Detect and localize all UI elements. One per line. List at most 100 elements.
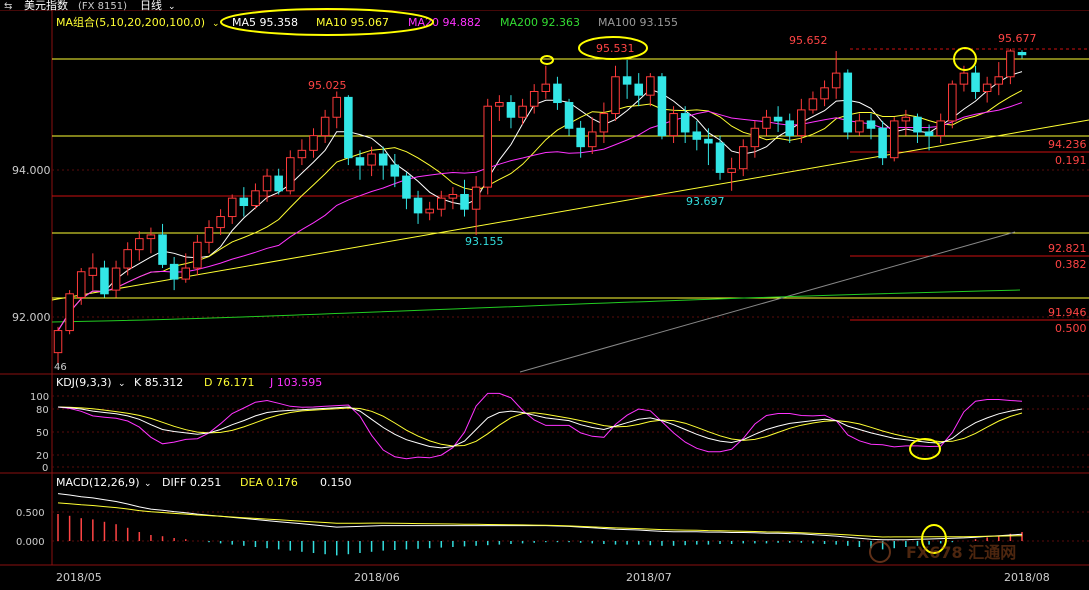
date-label-may: 2018/05 <box>56 571 102 584</box>
candle-body <box>204 227 214 243</box>
candle-body <box>715 142 725 173</box>
chevron-down-icon[interactable]: ⌄ <box>168 2 176 12</box>
candle-body <box>111 267 121 291</box>
ma200-label: MA200 92.363 <box>500 16 580 29</box>
candle-body <box>274 175 283 192</box>
low-marker: 46 <box>54 362 67 373</box>
fib-0500-value: 91.946 <box>1048 306 1087 319</box>
candle-body <box>390 164 400 177</box>
kdj-j-value: J 103.595 <box>269 376 322 389</box>
candle-body <box>1006 50 1015 78</box>
price-chart[interactable]: ⇆ 美元指数 (FX 8151) 日线 ⌄ MA组合(5,10,20,200,1… <box>0 0 1089 590</box>
macd-label[interactable]: MACD(12,26,9) <box>56 476 140 489</box>
candle-body <box>529 90 539 107</box>
candle-body <box>193 241 202 269</box>
candle-body <box>889 120 899 159</box>
candle-body <box>738 146 748 170</box>
candle-body <box>506 102 516 118</box>
candle-body <box>564 102 574 129</box>
kdj-label[interactable]: KDJ(9,3,3) <box>56 376 112 389</box>
instrument-title: 美元指数 <box>24 0 68 12</box>
fib-0191-ratio: 0.191 <box>1055 154 1087 167</box>
candle-body <box>181 267 191 280</box>
candle-body <box>587 131 597 148</box>
kdj-axis-80: 80 <box>36 405 49 416</box>
candle-body <box>425 208 434 214</box>
candle-body <box>227 197 237 218</box>
candle-body <box>262 175 272 192</box>
macd-dea-value: DEA 0.176 <box>240 476 298 489</box>
fib-0191-value: 94.236 <box>1048 138 1087 151</box>
date-label-aug: 2018/08 <box>1004 571 1050 584</box>
fib-0500-ratio: 0.500 <box>1055 322 1087 335</box>
macd-axis-05: 0.500 <box>16 508 45 519</box>
candle-body <box>344 96 353 159</box>
macd-axis-0: 0.000 <box>16 537 45 548</box>
candle-body <box>750 127 760 148</box>
price-axis-92: 92.000 <box>12 311 51 324</box>
candle-body <box>971 72 980 92</box>
candle-body <box>448 193 458 199</box>
watermark-text: FX678 汇通网 <box>906 543 1016 562</box>
candle-body <box>785 120 794 137</box>
candle-body <box>135 238 144 251</box>
candle-body <box>402 175 411 199</box>
candle-body <box>797 109 806 137</box>
candle-body <box>692 131 702 140</box>
candle-body <box>646 76 655 96</box>
kdj-axis-20: 20 <box>36 451 49 462</box>
candle-body <box>216 216 225 229</box>
candle-body <box>808 98 818 111</box>
candle-body <box>471 186 481 210</box>
candle-body <box>146 234 156 240</box>
candle-body <box>913 116 922 133</box>
candle-body <box>286 157 295 192</box>
chevron-down-icon[interactable]: ⌄ <box>212 19 220 29</box>
candle-body <box>553 83 562 104</box>
kdj-d-value: D 76.171 <box>204 376 254 389</box>
kdj-k-value: K 85.312 <box>134 376 183 389</box>
candle-body <box>76 271 86 298</box>
candle-body <box>576 127 585 148</box>
candle-body <box>378 153 388 166</box>
candle-body <box>88 267 98 276</box>
ma10-label: MA10 95.067 <box>316 16 389 29</box>
candle-body <box>762 116 771 129</box>
candle-body <box>924 131 934 137</box>
period-selector[interactable]: 日线 <box>140 0 162 12</box>
candle-body <box>599 113 609 133</box>
fib-0382-value: 92.821 <box>1048 242 1087 255</box>
candle-body <box>634 83 643 96</box>
candle-body <box>355 157 365 166</box>
kdj-axis-100: 100 <box>30 392 49 403</box>
candle-body <box>123 249 132 269</box>
candle-body <box>460 193 469 210</box>
candle-body <box>669 113 678 137</box>
annotation-95025: 95.025 <box>308 79 347 92</box>
annotation-93697: 93.697 <box>686 195 725 208</box>
chevron-down-icon[interactable]: ⌄ <box>118 379 126 389</box>
candle-body <box>239 197 249 207</box>
candle-body <box>994 76 1004 85</box>
ma100-label: MA100 93.155 <box>598 16 678 29</box>
candle-body <box>541 83 551 92</box>
candle-body <box>65 293 74 332</box>
annotation-93155: 93.155 <box>465 235 504 248</box>
macd-diff-value: DIFF 0.251 <box>162 476 221 489</box>
macd-value: 0.150 <box>320 476 352 489</box>
chevron-down-icon[interactable]: ⌄ <box>144 479 152 489</box>
candle-body <box>495 102 504 107</box>
back-icon[interactable]: ⇆ <box>4 1 12 12</box>
candle-body <box>866 120 876 129</box>
candle-body <box>437 197 446 210</box>
header-bar <box>0 0 1089 10</box>
candle-body <box>936 120 945 137</box>
annotation-95677: 95.677 <box>998 32 1037 45</box>
annotation-95652: 95.652 <box>789 34 828 47</box>
ma-combo-label[interactable]: MA组合(5,10,20,200,100,0) <box>56 15 205 29</box>
candle-body <box>982 83 992 92</box>
candle-body <box>657 76 667 137</box>
candle-body <box>251 190 260 207</box>
candle-body <box>483 105 493 188</box>
candle-body <box>413 197 423 214</box>
